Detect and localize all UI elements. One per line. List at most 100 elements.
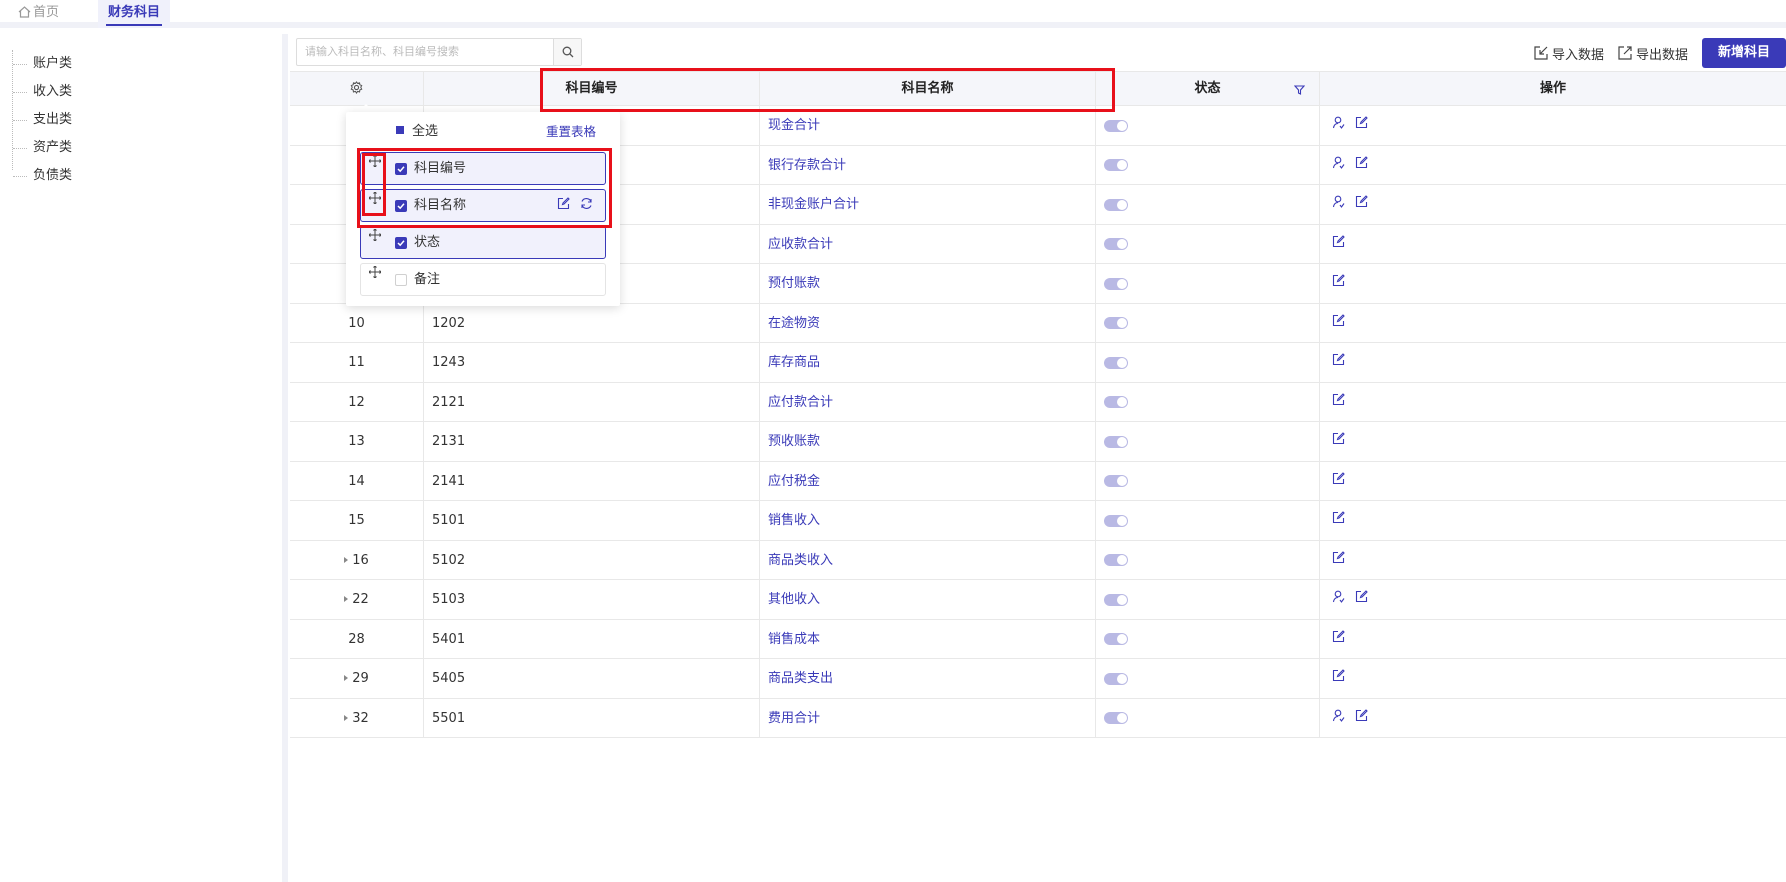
column-header-status[interactable]: 状态 [1095,72,1319,106]
subject-name-link[interactable]: 应付款合计 [768,395,833,410]
subject-name-link[interactable]: 预收账款 [768,434,820,449]
edit-icon[interactable] [1332,304,1345,343]
edit-icon[interactable] [1332,225,1345,264]
column-option-status[interactable]: 状态 [360,226,606,259]
checkbox-checked[interactable] [395,237,407,249]
seq-value: 13 [348,434,365,449]
tree-item-expense[interactable]: 支出类 [13,106,72,134]
tree-item-asset[interactable]: 资产类 [13,134,72,162]
edit-icon[interactable] [1332,422,1345,461]
export-button[interactable]: 导出数据 [1618,44,1688,63]
status-toggle[interactable] [1104,356,1128,369]
expand-caret-icon[interactable] [344,596,349,602]
search-button[interactable] [553,39,581,65]
column-option-remark[interactable]: 备注 [360,263,606,296]
edit-icon[interactable] [1355,699,1368,738]
reset-table-link[interactable]: 重置表格 [546,122,596,142]
subject-name-link[interactable]: 费用合计 [768,711,820,726]
status-cell [1095,303,1319,343]
checkbox-checked[interactable] [395,163,407,175]
subject-name-link[interactable]: 预付账款 [768,276,820,291]
status-toggle[interactable] [1104,396,1128,408]
tab-home[interactable]: 首页 [18,0,59,28]
tab-finance-subjects[interactable]: 财务科目 [98,0,170,28]
edit-icon[interactable] [1332,620,1345,659]
edit-icon[interactable] [557,197,570,214]
column-settings-cell[interactable] [290,72,423,106]
status-toggle[interactable] [1104,159,1128,171]
subject-name-link[interactable]: 其他收入 [768,592,820,607]
tree-item-account[interactable]: 账户类 [13,50,72,78]
filter-icon[interactable] [1294,85,1305,95]
subject-name-link[interactable]: 在途物资 [768,316,820,331]
import-button[interactable]: 导入数据 [1534,44,1604,63]
status-toggle[interactable] [1104,514,1128,527]
checkbox-checked[interactable] [395,200,407,212]
assign-user-icon[interactable] [1332,106,1345,145]
status-cell [1095,580,1319,619]
status-toggle[interactable] [1104,633,1128,645]
status-toggle[interactable] [1104,198,1128,211]
tree-item-liability[interactable]: 负债类 [13,162,72,190]
code-cell: 2141 [423,461,759,501]
drag-handle-icon[interactable] [368,191,382,208]
expand-caret-icon[interactable] [344,714,349,721]
subject-name-link[interactable]: 库存商品 [768,355,820,370]
subject-name-link[interactable]: 应收款合计 [768,237,833,252]
status-toggle[interactable] [1104,435,1128,448]
actions-cell [1319,185,1786,224]
assign-user-icon[interactable] [1332,185,1345,224]
name-cell: 应收款合计 [759,224,1095,264]
status-toggle[interactable] [1104,554,1128,566]
subject-name-link[interactable]: 现金合计 [768,118,820,133]
status-toggle[interactable] [1104,238,1128,250]
expand-caret-icon[interactable] [344,675,349,681]
subject-name-link[interactable]: 销售收入 [768,513,820,528]
assign-user-icon[interactable] [1332,580,1345,619]
assign-user-icon[interactable] [1332,146,1345,185]
edit-icon[interactable] [1332,343,1345,382]
assign-user-icon[interactable] [1332,699,1345,738]
code-cell: 5405 [423,659,759,698]
edit-icon[interactable] [1332,541,1345,580]
table-row: 14 2141 应付税金 [290,461,1786,501]
refresh-icon[interactable] [580,197,593,214]
subject-name-link[interactable]: 销售成本 [768,632,820,647]
gear-icon[interactable] [350,81,363,94]
subject-name-link[interactable]: 商品类支出 [768,671,833,686]
subject-name-link[interactable]: 应付税金 [768,474,820,489]
tree-item-income[interactable]: 收入类 [13,78,72,106]
status-toggle[interactable] [1104,593,1128,606]
edit-icon[interactable] [1332,501,1345,540]
edit-icon[interactable] [1355,580,1368,619]
search-input[interactable] [297,39,557,65]
drag-handle-icon[interactable] [368,265,382,282]
status-toggle[interactable] [1104,712,1128,724]
subject-name-link[interactable]: 银行存款合计 [768,158,846,173]
column-header-name[interactable]: 科目名称 [759,72,1095,106]
status-toggle[interactable] [1104,119,1128,132]
subject-name-link[interactable]: 商品类收入 [768,553,833,568]
edit-icon[interactable] [1332,383,1345,422]
column-option-name[interactable]: 科目名称 [360,189,606,222]
edit-icon[interactable] [1355,146,1368,185]
expand-caret-icon[interactable] [344,556,349,563]
edit-icon[interactable] [1332,264,1345,303]
select-all[interactable]: 全选 [396,122,438,142]
column-option-code[interactable]: 科目编号 [360,152,606,185]
checkbox-unchecked[interactable] [395,274,407,286]
edit-icon[interactable] [1355,106,1368,145]
status-toggle[interactable] [1104,317,1128,329]
status-toggle[interactable] [1104,672,1128,685]
status-toggle[interactable] [1104,277,1128,290]
status-toggle[interactable] [1104,475,1128,487]
edit-icon[interactable] [1355,185,1368,224]
edit-icon[interactable] [1332,462,1345,501]
drag-handle-icon[interactable] [368,228,382,245]
edit-icon[interactable] [1332,659,1345,698]
add-subject-button[interactable]: 新增科目 [1701,38,1786,68]
import-icon [1534,46,1548,60]
subject-name-link[interactable]: 非现金账户合计 [768,197,859,212]
column-header-code[interactable]: 科目编号 [423,72,759,106]
drag-handle-icon[interactable] [368,154,382,171]
